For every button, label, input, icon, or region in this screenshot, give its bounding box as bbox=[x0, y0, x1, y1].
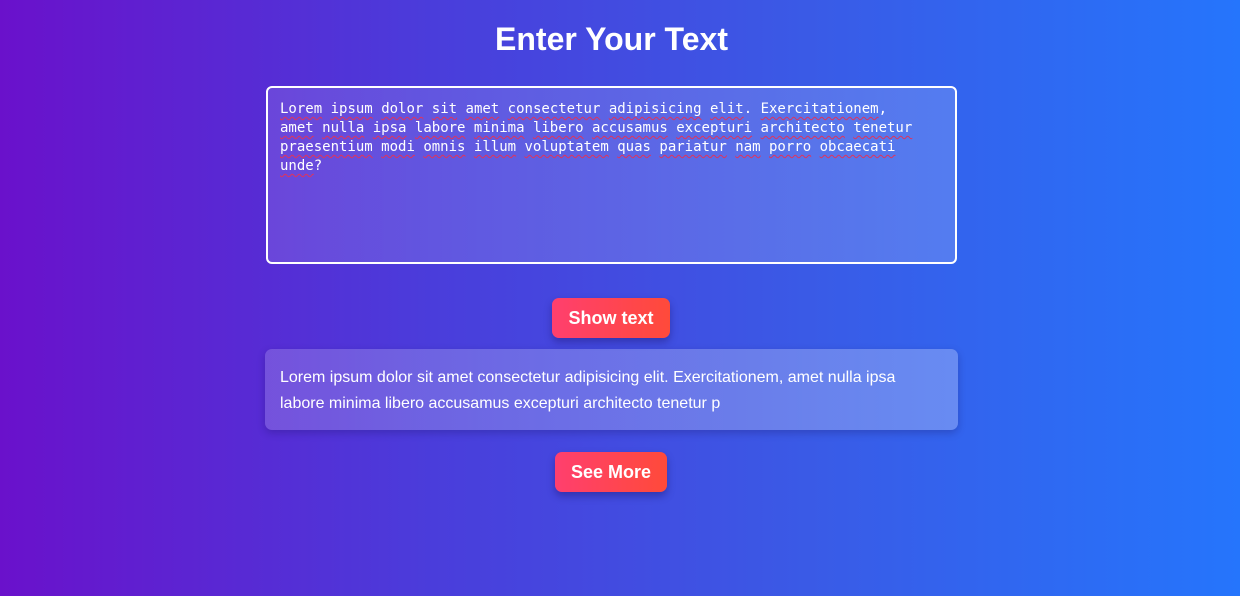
text-input-line: praesentium modi omnis illum voluptatem … bbox=[280, 139, 896, 155]
show-text-button[interactable]: Show text bbox=[552, 298, 670, 338]
see-more-button[interactable]: See More bbox=[555, 452, 667, 492]
text-input-line: Lorem ipsum dolor sit amet consectetur a… bbox=[280, 101, 888, 117]
text-input-area[interactable]: Lorem ipsum dolor sit amet consectetur a… bbox=[266, 86, 957, 264]
text-output-box: Lorem ipsum dolor sit amet consectetur a… bbox=[265, 349, 958, 430]
page: Enter Your Text Lorem ipsum dolor sit am… bbox=[0, 0, 1240, 596]
text-input-line: unde? bbox=[280, 158, 323, 174]
text-input-line: amet nulla ipsa labore minima libero acc… bbox=[280, 120, 913, 136]
page-title: Enter Your Text bbox=[495, 21, 728, 57]
